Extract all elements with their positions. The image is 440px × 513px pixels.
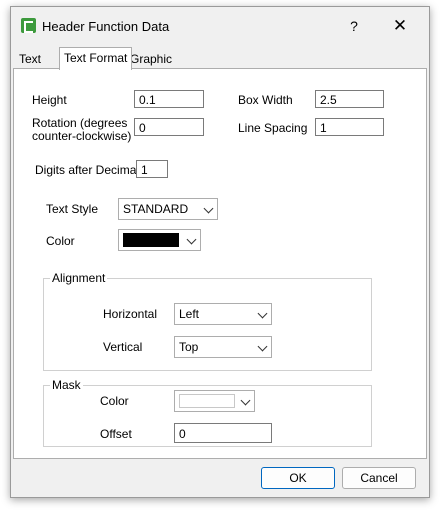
tab-text-format[interactable]: Text Format (59, 47, 133, 70)
box-width-input[interactable]: 2.5 (315, 90, 384, 108)
color-label: Color (46, 234, 75, 248)
chevron-down-icon (257, 341, 268, 352)
mask-color-select[interactable] (174, 390, 255, 412)
text-style-label: Text Style (46, 202, 99, 216)
vertical-label: Vertical (103, 340, 143, 354)
mask-group-title: Mask (50, 378, 83, 392)
vertical-select[interactable]: Top (174, 336, 272, 358)
horizontal-value: Left (179, 307, 200, 321)
app-icon (21, 18, 36, 33)
height-input[interactable]: 0.1 (134, 90, 204, 108)
alignment-group: Alignment Horizontal Left Vertical Top (43, 271, 372, 371)
rotation-label-line1: Rotation (degrees (32, 116, 128, 130)
digits-label: Digits after Decimal (35, 163, 140, 177)
offset-label: Offset (100, 427, 132, 441)
tab-text[interactable]: Text (15, 50, 45, 68)
close-icon[interactable]: ✕ (387, 15, 413, 37)
ok-button[interactable]: OK (261, 467, 335, 489)
window-title: Header Function Data (42, 19, 170, 34)
mask-color-label: Color (100, 394, 129, 408)
cancel-button[interactable]: Cancel (342, 467, 416, 489)
title-bar: Header Function Data ? ✕ (11, 7, 429, 45)
color-swatch (123, 233, 179, 247)
horizontal-select[interactable]: Left (174, 303, 272, 325)
chevron-down-icon (203, 203, 214, 214)
help-button[interactable]: ? (342, 15, 366, 37)
height-label: Height (32, 93, 67, 107)
color-select[interactable] (118, 229, 201, 251)
line-spacing-label: Line Spacing (238, 121, 308, 135)
dialog-window: Header Function Data ? ✕ Text Text Forma… (10, 6, 430, 498)
chevron-down-icon (240, 395, 251, 406)
chevron-down-icon (257, 308, 268, 319)
tab-panel-text-format: Height 0.1 Rotation (degrees counter-clo… (13, 68, 427, 459)
tab-strip: Text Text Format Graphic (13, 47, 427, 70)
horizontal-label: Horizontal (103, 307, 158, 321)
rotation-label-line2: counter-clockwise) (32, 129, 132, 143)
mask-color-swatch (179, 394, 235, 408)
line-spacing-input[interactable]: 1 (315, 118, 384, 136)
alignment-group-title: Alignment (50, 271, 108, 285)
offset-input[interactable]: 0 (174, 423, 272, 443)
chevron-down-icon (186, 234, 197, 245)
mask-group: Mask Color Offset 0 (43, 378, 372, 447)
text-style-value: STANDARD (123, 202, 189, 216)
digits-input[interactable]: 1 (136, 160, 168, 178)
vertical-value: Top (179, 340, 199, 354)
text-style-select[interactable]: STANDARD (118, 198, 218, 220)
rotation-input[interactable]: 0 (134, 118, 204, 136)
tab-graphic[interactable]: Graphic (126, 50, 176, 68)
box-width-label: Box Width (238, 93, 293, 107)
